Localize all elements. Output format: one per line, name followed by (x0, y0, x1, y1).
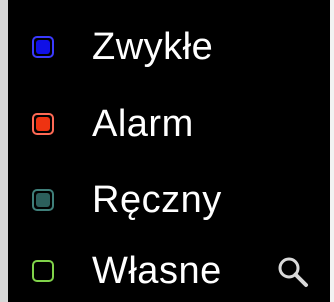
legend-item-reczny: Ręczny (32, 170, 222, 230)
color-swatch (32, 189, 54, 211)
window-edge-right (330, 0, 334, 302)
window-edge-left (0, 0, 8, 302)
legend-label: Ręczny (92, 179, 222, 221)
legend-label: Alarm (92, 103, 194, 145)
legend-label: Własne (92, 250, 222, 292)
legend-item-zwykle: Zwykłe (32, 17, 213, 77)
color-swatch (32, 36, 54, 58)
legend-label: Zwykłe (92, 26, 214, 68)
color-swatch (32, 260, 54, 282)
legend-item-wlasne: Własne (32, 241, 222, 301)
legend-item-alarm: Alarm (32, 94, 194, 154)
color-swatch (32, 113, 54, 135)
search-icon[interactable] (276, 255, 310, 289)
